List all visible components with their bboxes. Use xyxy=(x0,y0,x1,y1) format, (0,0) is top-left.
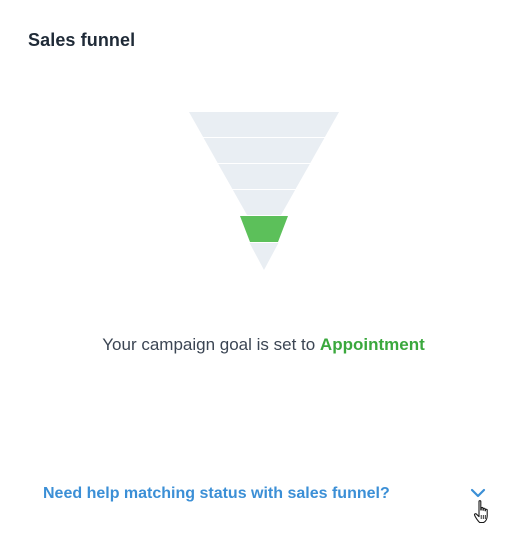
campaign-goal-value: Appointment xyxy=(319,335,425,354)
funnel-stage-4 xyxy=(232,190,296,215)
funnel-stage-1 xyxy=(189,112,339,137)
panel-title: Sales funnel xyxy=(28,30,136,50)
campaign-goal-prefix: Your campaign goal is set to xyxy=(102,335,320,354)
hand-pointer-cursor-icon xyxy=(473,500,488,524)
campaign-goal-text: Your campaign goal is set to Appointment xyxy=(0,335,527,355)
chevron-down-icon[interactable] xyxy=(470,487,486,499)
help-matching-status-link[interactable]: Need help matching status with sales fun… xyxy=(43,485,390,503)
funnel-stage-5-appointment xyxy=(240,216,288,242)
funnel-stage-6 xyxy=(249,243,279,270)
sales-funnel-graphic xyxy=(189,112,339,270)
funnel-stage-2 xyxy=(203,138,325,163)
sales-funnel-panel: Sales funnel Your campaign goal is set t… xyxy=(0,0,527,544)
funnel-stage-3 xyxy=(218,164,310,189)
